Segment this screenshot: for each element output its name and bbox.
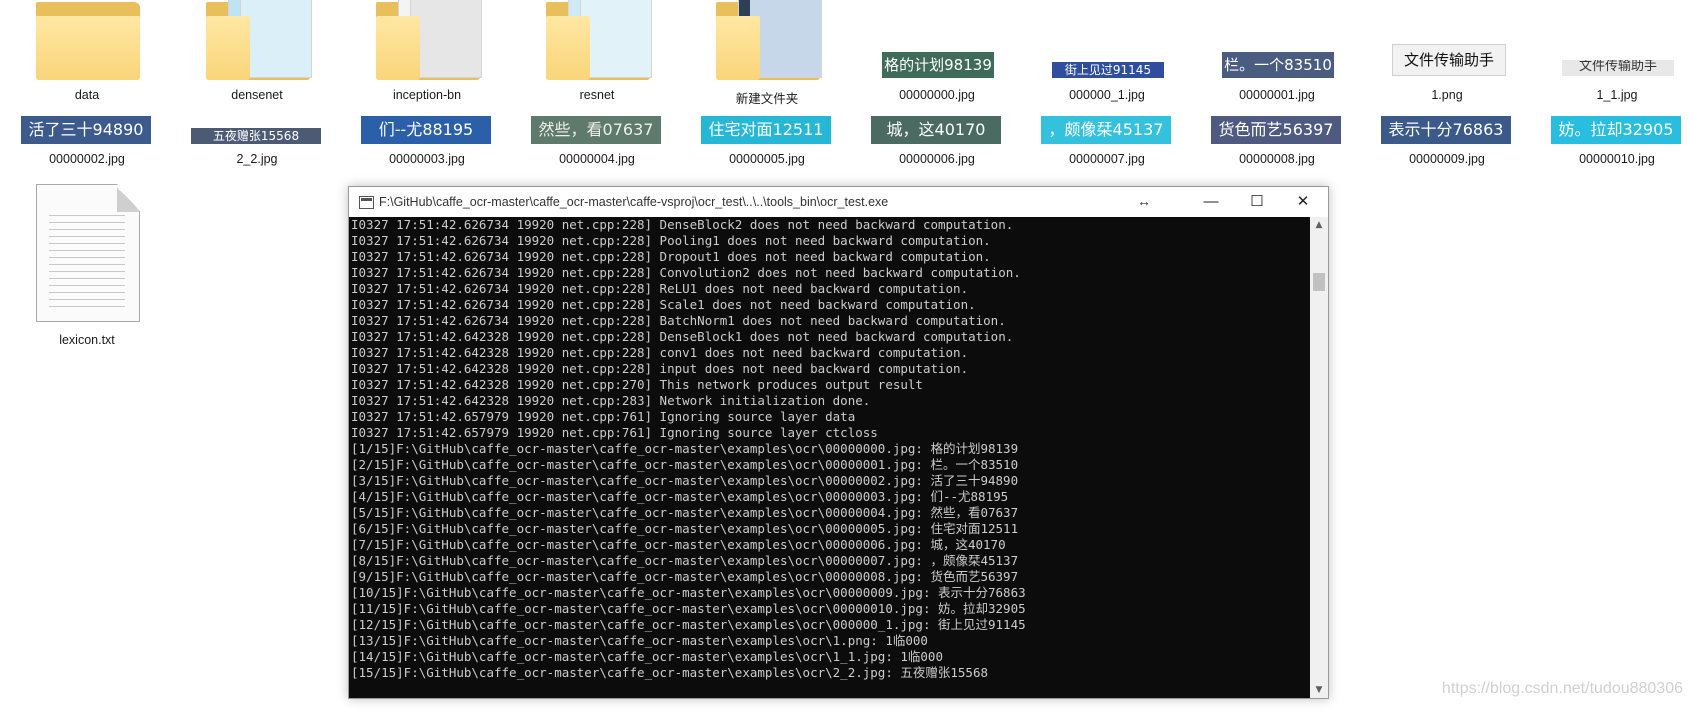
console-line: [10/15]F:\GitHub\caffe_ocr-master\caffe_…: [351, 585, 1026, 600]
scrollbar-thumb[interactable]: [1313, 273, 1325, 291]
console-line: I0327 17:51:42.626734 19920 net.cpp:228]…: [351, 281, 969, 296]
image-thumbnail: 货色而艺56397: [1211, 116, 1341, 144]
console-line: I0327 17:51:42.642328 19920 net.cpp:228]…: [351, 361, 969, 376]
console-line: [12/15]F:\GitHub\caffe_ocr-master\caffe_…: [351, 617, 1026, 632]
scroll-up-icon[interactable]: ▲: [1310, 217, 1328, 233]
console-title: F:\GitHub\caffe_ocr-master\caffe_ocr-mas…: [379, 195, 889, 209]
console-line: I0327 17:51:42.626734 19920 net.cpp:228]…: [351, 265, 1021, 280]
image-thumbnail: 文件传输助手: [1562, 60, 1674, 76]
console-app-icon: [359, 196, 374, 209]
folder-front: [376, 16, 420, 80]
console-line: [6/15]F:\GitHub\caffe_ocr-master\caffe_o…: [351, 521, 1019, 536]
console-line: [1/15]F:\GitHub\caffe_ocr-master\caffe_o…: [351, 441, 1019, 456]
file-name-label: resnet: [579, 88, 615, 102]
scroll-down-icon[interactable]: ▼: [1310, 682, 1328, 698]
console-line: I0327 17:51:42.626734 19920 net.cpp:228]…: [351, 297, 976, 312]
image-thumbnail: 五夜赠张15568: [191, 128, 321, 144]
console-line: [14/15]F:\GitHub\caffe_ocr-master\caffe_…: [351, 649, 943, 664]
folder-preview-page: [580, 0, 652, 78]
image-thumbnail: 活了三十94890: [21, 116, 151, 144]
console-line: I0327 17:51:42.626734 19920 net.cpp:228]…: [351, 313, 1006, 328]
file-name-label: 000000_1.jpg: [1069, 88, 1145, 102]
text-file-icon[interactable]: [36, 184, 140, 322]
image-thumbnail: 表示十分76863: [1381, 116, 1511, 144]
folder-front: [36, 16, 140, 80]
file-name-label: 00000010.jpg: [1579, 152, 1655, 166]
file-name-label: 新建文件夹: [735, 92, 799, 106]
file-name-label: 00000009.jpg: [1409, 152, 1485, 166]
console-line: I0327 17:51:42.642328 19920 net.cpp:228]…: [351, 345, 969, 360]
image-thumbnail: 住宅对面12511: [701, 116, 831, 144]
file-name-label: 00000000.jpg: [899, 88, 975, 102]
console-line: [5/15]F:\GitHub\caffe_ocr-master\caffe_o…: [351, 505, 1019, 520]
file-name-label: 00000001.jpg: [1239, 88, 1315, 102]
image-thumbnail: ，颇像栞45137: [1041, 116, 1171, 144]
image-thumbnail: 栏。一个83510: [1222, 52, 1334, 78]
folder-preview-page: [410, 0, 482, 78]
file-name-label: lexicon.txt: [59, 333, 115, 347]
image-thumbnail: 文件传输助手: [1392, 44, 1506, 76]
file-name-label: 1.png: [1431, 88, 1463, 102]
file-name-label: 00000007.jpg: [1069, 152, 1145, 166]
console-line: [15/15]F:\GitHub\caffe_ocr-master\caffe_…: [351, 665, 988, 680]
file-name-label: 00000004.jpg: [559, 152, 635, 166]
console-window[interactable]: F:\GitHub\caffe_ocr-master\caffe_ocr-mas…: [348, 186, 1329, 699]
text-lines-graphic: [49, 215, 125, 309]
image-thumbnail: 街上见过91145: [1052, 62, 1164, 78]
close-button[interactable]: ✕: [1280, 187, 1326, 217]
watermark: https://blog.csdn.net/tudou880306: [1441, 680, 1683, 697]
console-line: [13/15]F:\GitHub\caffe_ocr-master\caffe_…: [351, 633, 928, 648]
file-name-label: 1_1.jpg: [1596, 88, 1638, 102]
page-fold-icon: [117, 185, 139, 212]
file-name-label: 00000003.jpg: [389, 152, 465, 166]
console-line: [4/15]F:\GitHub\caffe_ocr-master\caffe_o…: [351, 489, 1009, 504]
console-line: I0327 17:51:42.657979 19920 net.cpp:761]…: [351, 425, 878, 440]
file-name-label: 00000008.jpg: [1239, 152, 1315, 166]
console-line: I0327 17:51:42.626734 19920 net.cpp:228]…: [351, 233, 991, 248]
file-name-label: 00000006.jpg: [899, 152, 975, 166]
console-line: [11/15]F:\GitHub\caffe_ocr-master\caffe_…: [351, 601, 1026, 616]
console-line: [2/15]F:\GitHub\caffe_ocr-master\caffe_o…: [351, 457, 1019, 472]
folder-front: [716, 16, 760, 80]
console-line: I0327 17:51:42.626734 19920 net.cpp:228]…: [351, 249, 991, 264]
image-thumbnail: 格的计划98139: [882, 52, 994, 78]
image-thumbnail: 城，这40170: [871, 116, 1001, 144]
console-line: I0327 17:51:42.642328 19920 net.cpp:270]…: [351, 377, 923, 392]
file-name-label: densenet: [231, 88, 283, 102]
console-line: [7/15]F:\GitHub\caffe_ocr-master\caffe_o…: [351, 537, 1006, 552]
file-name-label: 00000005.jpg: [729, 152, 805, 166]
console-line: I0327 17:51:42.642328 19920 net.cpp:228]…: [351, 329, 1014, 344]
vertical-scrollbar[interactable]: ▲ ▼: [1310, 217, 1328, 698]
image-thumbnail: 然些，看07637: [531, 116, 661, 144]
file-name-label: 00000002.jpg: [49, 152, 125, 166]
resize-cursor-icon: ↔: [1137, 193, 1151, 209]
folder-front: [206, 16, 250, 80]
console-line: I0327 17:51:42.657979 19920 net.cpp:761]…: [351, 409, 856, 424]
console-line: I0327 17:51:42.626734 19920 net.cpp:228]…: [351, 217, 1014, 232]
minimize-button[interactable]: —: [1188, 187, 1234, 217]
maximize-button[interactable]: ☐: [1234, 187, 1280, 217]
image-thumbnail: 们--尤88195: [361, 116, 491, 144]
console-line: [3/15]F:\GitHub\caffe_ocr-master\caffe_o…: [351, 473, 1019, 488]
console-titlebar[interactable]: F:\GitHub\caffe_ocr-master\caffe_ocr-mas…: [349, 187, 1328, 217]
image-thumbnail: 妨。拉却32905: [1551, 116, 1681, 144]
console-output[interactable]: I0327 17:51:42.626734 19920 net.cpp:228]…: [349, 217, 1310, 698]
console-line: I0327 17:51:42.642328 19920 net.cpp:283]…: [351, 393, 871, 408]
console-line: [9/15]F:\GitHub\caffe_ocr-master\caffe_o…: [351, 569, 1019, 584]
file-name-label: data: [74, 88, 100, 102]
console-line: [8/15]F:\GitHub\caffe_ocr-master\caffe_o…: [351, 553, 1019, 568]
folder-preview-page: [240, 0, 312, 78]
file-name-label: 2_2.jpg: [236, 152, 278, 166]
folder-preview-page: [750, 0, 822, 78]
file-name-label: inception-bn: [392, 88, 462, 102]
folder-front: [546, 16, 590, 80]
